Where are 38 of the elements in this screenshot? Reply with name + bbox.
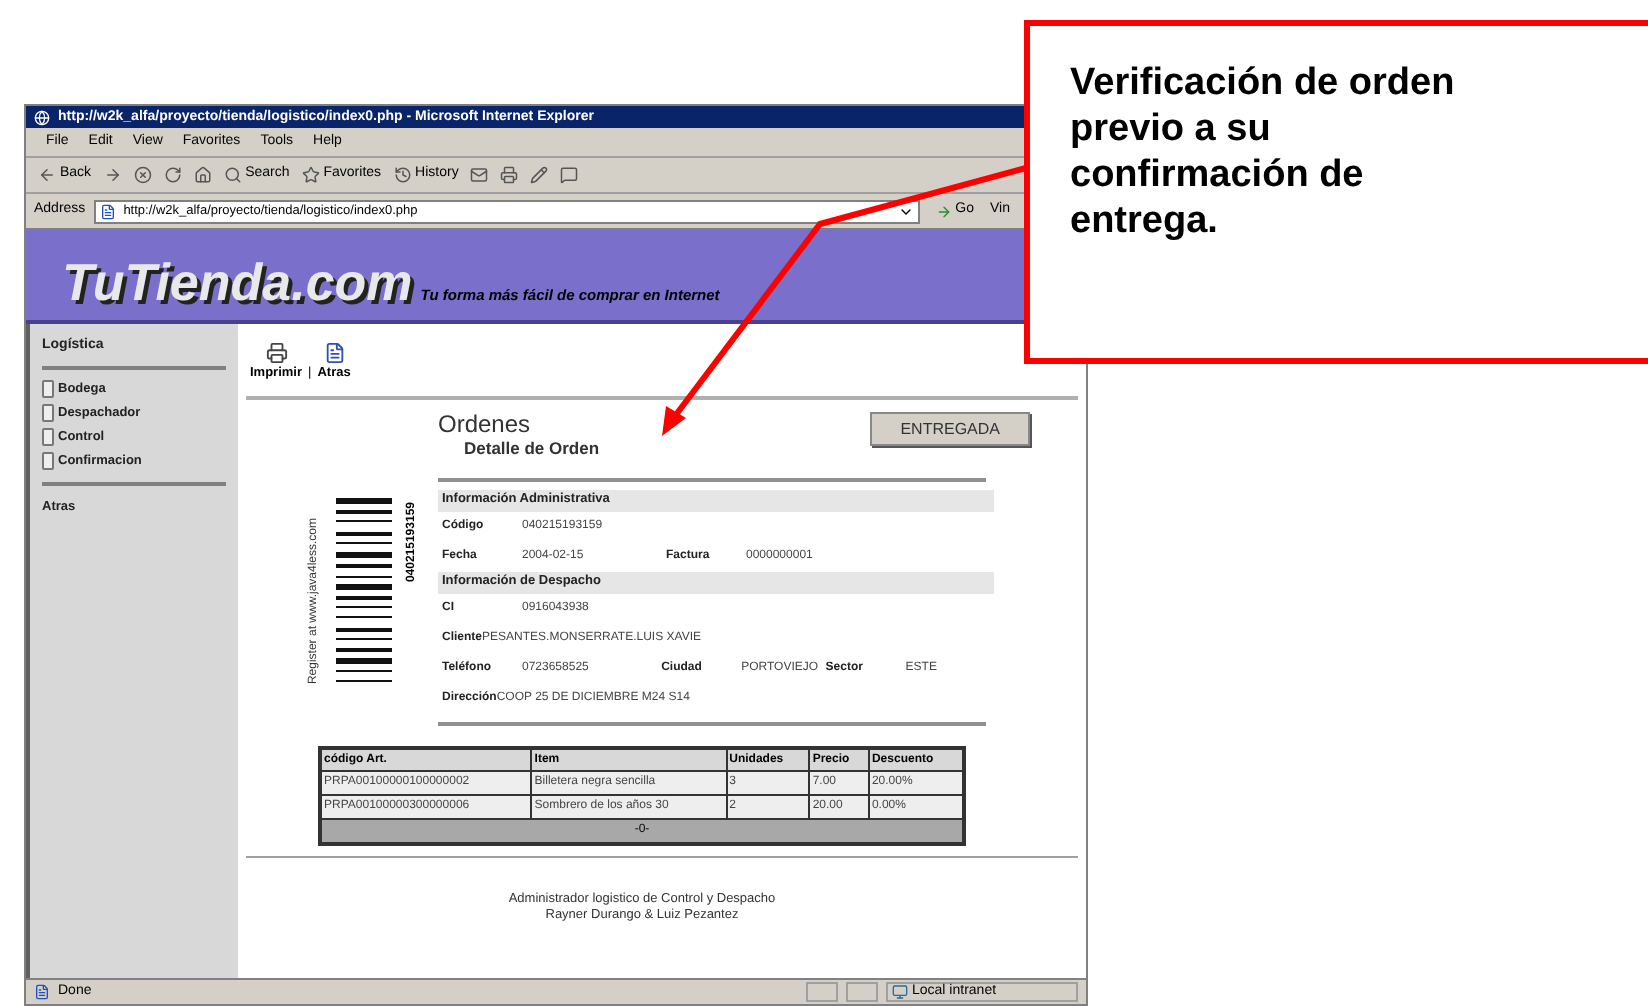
star-icon — [301, 166, 320, 184]
home-icon — [193, 166, 212, 184]
go-arrow-icon — [935, 203, 952, 219]
toolbar-button[interactable] — [103, 166, 122, 184]
bullet-icon — [42, 452, 54, 470]
delivered-button[interactable]: ENTREGADA — [870, 412, 1030, 446]
mail-icon — [470, 166, 489, 184]
forward-arrow-icon — [103, 166, 122, 184]
toolbar-button[interactable] — [560, 166, 579, 184]
history-icon — [393, 166, 412, 184]
toolbar-button[interactable] — [470, 166, 489, 184]
toolbar-button[interactable] — [133, 166, 152, 184]
toolbar-button[interactable] — [530, 166, 549, 184]
site-logo: TuTienda.com — [62, 256, 413, 308]
back-arrow-icon — [38, 166, 56, 184]
bullet-icon — [42, 380, 54, 398]
computer-icon — [892, 984, 908, 1000]
speech-bubble-icon — [560, 166, 579, 184]
toolbar-button[interactable] — [500, 166, 519, 184]
search-icon — [223, 166, 242, 184]
toolbar-button[interactable] — [163, 166, 182, 184]
page-title: Ordenes — [438, 412, 533, 436]
status-pane — [806, 982, 838, 1002]
printer-icon — [265, 342, 287, 365]
callout-text: Verificación de orden previo a su confirmación de entrega. — [1070, 60, 1457, 244]
document-icon — [323, 342, 346, 365]
bullet-icon — [42, 428, 54, 446]
page-icon — [34, 984, 50, 1000]
browser-icon — [34, 109, 50, 125]
toolbar-button[interactable] — [193, 166, 212, 184]
printer-icon — [500, 166, 519, 184]
refresh-icon — [163, 166, 182, 184]
status-pane — [846, 982, 878, 1002]
pencil-icon — [530, 166, 549, 184]
bullet-icon — [42, 404, 54, 422]
page-icon — [99, 203, 116, 219]
page-subtitle: Detalle de Orden — [462, 436, 600, 462]
stop-icon — [133, 166, 152, 184]
